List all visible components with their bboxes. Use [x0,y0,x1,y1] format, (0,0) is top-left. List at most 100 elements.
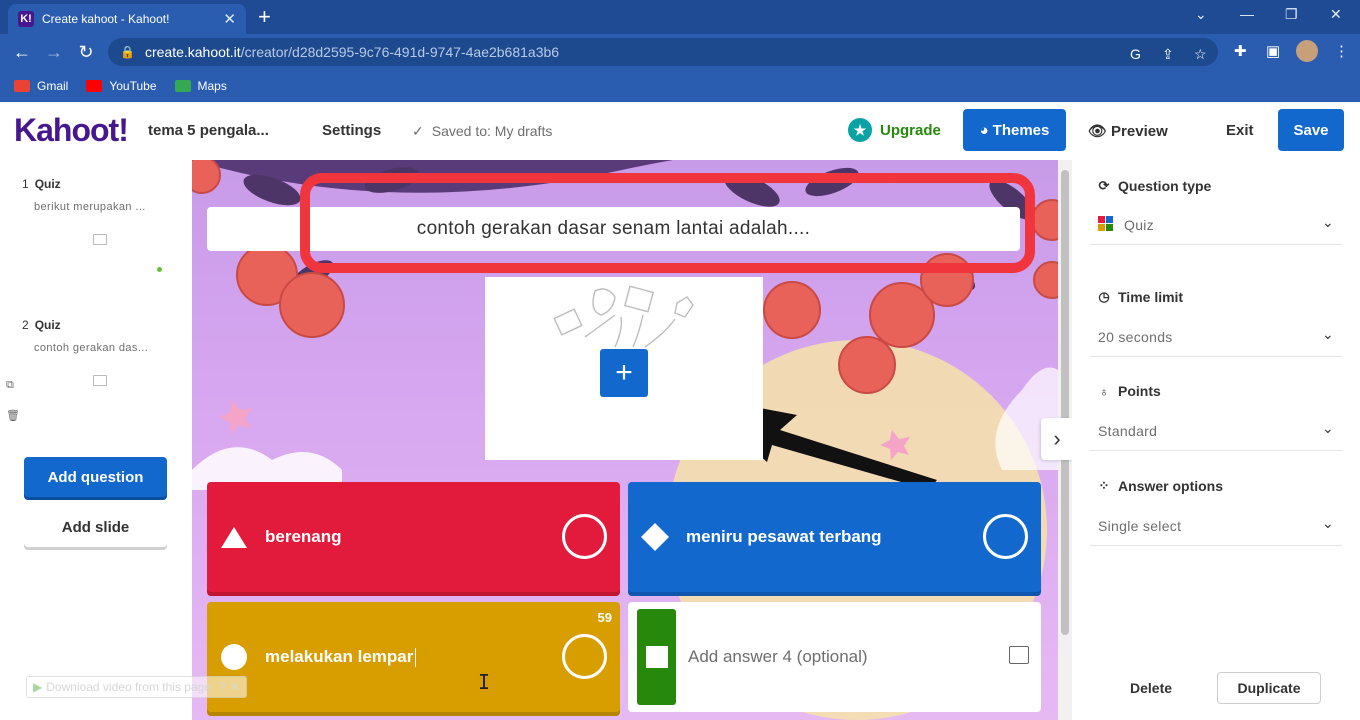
answer-options-select[interactable]: Single select ⌄ [1090,507,1342,545]
extensions-icon[interactable]: ✚ [1234,42,1247,60]
bookmark-gmail[interactable]: Gmail [14,79,68,93]
download-video-overlay[interactable]: ▶ Download video from this page ? ✕ [26,676,247,698]
question-type-label: ⟳ Question type [1096,178,1212,194]
points-select[interactable]: Standard ⌄ [1090,412,1342,450]
saved-status-label: Saved to: My drafts [431,123,553,139]
lock-icon: 🔒 [120,45,135,59]
correct-answer-toggle[interactable] [983,514,1028,559]
select-value: Standard [1098,423,1158,439]
time-limit-label: ◷ Time limit [1096,289,1183,305]
label-text: Answer options [1118,478,1224,494]
add-question-button[interactable]: Add question [24,457,167,497]
tab-search-icon[interactable]: ⌄ [1195,6,1207,23]
add-media-button[interactable]: + [600,349,648,397]
side-panel-icon[interactable]: ▣ [1266,42,1280,60]
slide-1-preview[interactable]: berikut merupakan ... [34,201,146,213]
settings-button[interactable]: Settings [322,122,381,139]
time-limit-select[interactable]: 20 seconds ⌄ [1090,318,1342,356]
slide-type: Quiz [34,177,61,191]
close-tab-icon[interactable]: ✕ [223,10,236,28]
url-path: /creator/d28d2595-9c76-491d-9747-4ae2b68… [240,44,560,60]
image-placeholder-icon [93,375,107,386]
share-icon[interactable]: ⇪ [1162,46,1174,63]
upgrade-button[interactable]: ★ Upgrade [848,118,941,142]
label-text: Time limit [1118,289,1184,305]
profile-avatar[interactable] [1296,40,1318,62]
slide-1-header[interactable]: 1 Quiz [22,177,61,191]
scrollbar-thumb[interactable] [1061,170,1069,635]
palette-icon: ◕ [979,121,989,139]
correct-answer-toggle[interactable] [562,634,607,679]
slide-2-header[interactable]: 2 Quiz [22,318,61,332]
exit-button[interactable]: Exit [1226,122,1254,139]
correct-answer-toggle[interactable] [562,514,607,559]
answer-option-1[interactable]: berenang [207,482,620,592]
answer-4-placeholder[interactable]: Add answer 4 (optional) [688,647,868,667]
browser-tab[interactable]: K! Create kahoot - Kahoot! ✕ [8,4,246,34]
question-type-select[interactable]: Quiz ⌄ [1090,206,1342,244]
forward-icon[interactable]: → [38,42,70,63]
award-icon: ♁ [1099,383,1109,399]
bookmark-youtube[interactable]: YouTube [86,79,157,93]
slide-number: 2 [22,318,29,332]
answer-text[interactable]: melakukan lempar [265,646,417,667]
new-tab-button[interactable]: + [258,4,271,30]
app-header: Kahoot! tema 5 pengala... Settings ✓ Save… [0,102,1360,160]
chevron-down-icon: ⌄ [1321,214,1334,230]
restore-icon[interactable]: ❐ [1285,6,1298,23]
answer-option-2[interactable]: meniru pesawat terbang [628,482,1041,592]
chevron-down-icon: ⌄ [1321,326,1334,342]
status-dot [157,267,162,272]
select-value: 20 seconds [1098,329,1173,345]
bookmark-label: YouTube [109,79,157,93]
save-button[interactable]: Save [1278,109,1344,151]
answer-option-4[interactable]: Add answer 4 (optional) [628,602,1041,712]
browser-tab-bar: K! Create kahoot - Kahoot! ✕ + ⌄ — ❐ ✕ [0,0,1360,34]
help-icon[interactable]: ? [219,680,226,694]
select-value: Single select [1098,518,1182,534]
label-text: Question type [1118,178,1212,194]
highlight-annotation [300,173,1035,273]
reload-icon[interactable]: ↻ [70,42,102,63]
add-image-icon[interactable] [1009,646,1029,664]
collapse-panel-chevron-icon[interactable]: › [1041,418,1073,460]
bookmark-star-icon[interactable]: ☆ [1194,46,1207,63]
close-icon[interactable]: ✕ [230,680,240,694]
minimize-icon[interactable]: — [1240,6,1254,22]
chevron-down-icon: ⌄ [1321,420,1334,436]
gmail-icon [14,80,30,92]
trash-icon[interactable]: 🗑 [6,409,20,422]
menu-dots-icon[interactable]: ⋮ [1334,42,1349,60]
themes-button[interactable]: ◕ Themes [963,109,1066,151]
add-slide-button[interactable]: Add slide [24,507,167,547]
slide-type: Quiz [34,318,61,332]
bookmark-label: Gmail [37,79,69,93]
duplicate-slide-icon[interactable]: ⧉ [6,379,14,392]
answer-options-icon: ⁘ [1098,478,1110,493]
back-icon[interactable]: ← [6,42,38,63]
answer-text[interactable]: berenang [265,527,342,547]
star-icon: ★ [848,118,872,142]
kahoot-logo[interactable]: Kahoot! [14,112,129,149]
duplicate-button[interactable]: Duplicate [1217,672,1321,704]
delete-button[interactable]: Delete [1130,680,1172,696]
answer-option-3[interactable]: melakukan lempar 59 [207,602,620,712]
close-window-icon[interactable]: ✕ [1330,6,1342,23]
address-bar[interactable]: 🔒 create.kahoot.it/creator/d28d2595-9c76… [108,38,1218,66]
google-lens-icon[interactable]: G [1130,46,1141,62]
points-label: ♁ Points [1096,383,1161,399]
answer-text-value: melakukan lempar [265,646,414,666]
preview-button[interactable]: 👁 Preview [1088,122,1168,140]
square-shape-tile [637,609,676,705]
label-text: Points [1118,383,1161,399]
media-upload-area[interactable]: + [485,277,763,460]
bookmark-label: Maps [197,79,227,93]
slide-2-preview[interactable]: contoh gerakan das... [34,342,148,354]
slide-list-panel: 1 Quiz berikut merupakan ... 2 Quiz contoh… [0,160,192,720]
bookmark-maps[interactable]: Maps [174,79,227,93]
character-counter: 59 [597,610,612,625]
answer-text[interactable]: meniru pesawat terbang [686,527,882,547]
question-settings-panel: ⟳ Question type Quiz ⌄ ◷ Time limit 20 sec… [1072,160,1360,720]
text-cursor-icon: I [478,670,491,694]
quiz-title[interactable]: tema 5 pengala... [148,122,269,139]
